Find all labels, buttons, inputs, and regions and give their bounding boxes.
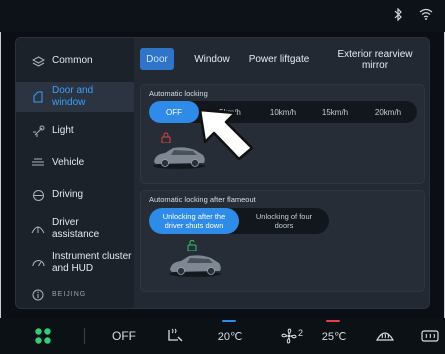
- vehicle-icon: [30, 155, 46, 171]
- flameout-lock-selector[interactable]: Unlocking after the driver shuts down Un…: [149, 208, 329, 234]
- rear-defrost-icon[interactable]: [418, 318, 442, 354]
- right-temp[interactable]: 25℃: [314, 318, 354, 354]
- auto-lock-option-off[interactable]: OFF: [149, 101, 199, 123]
- sidebar-item-label: Instrument cluster and HUD: [52, 251, 132, 274]
- sidebar-item-driving[interactable]: Driving: [16, 182, 134, 208]
- fan-icon: [281, 328, 297, 344]
- sidebar: Common Door and window Light Vehicle Dri…: [16, 38, 134, 308]
- unlock-icon: [187, 240, 197, 254]
- content-area: Door Window Power liftgate Exterior rear…: [134, 38, 429, 308]
- divider: [84, 328, 85, 344]
- layers-icon: [30, 53, 46, 69]
- auto-lock-flameout-title: Automatic locking after flameout: [149, 195, 256, 204]
- sidebar-item-door-and-window[interactable]: Door and window: [16, 82, 134, 112]
- seat-heat-icon[interactable]: [160, 318, 190, 354]
- sidebar-item-label: Vehicle: [52, 157, 85, 168]
- pointer-arrow-icon: [197, 107, 257, 166]
- door-icon: [30, 89, 46, 105]
- auto-lock-option-20kmh[interactable]: 20km/h: [361, 101, 415, 123]
- flameout-option-driver-shuts-down[interactable]: Unlocking after the driver shuts down: [149, 208, 239, 234]
- auto-lock-option-15kmh[interactable]: 15km/h: [309, 101, 361, 123]
- wifi-icon: [419, 8, 433, 24]
- assist-icon: [30, 221, 46, 237]
- auto-lock-speed-selector[interactable]: OFF 5km/h 10km/h 15km/h 20km/h: [149, 101, 417, 123]
- tab-door[interactable]: Door: [140, 48, 174, 70]
- app-grid-icon[interactable]: [28, 318, 58, 354]
- auto-lock-title: Automatic locking: [149, 89, 208, 98]
- tab-bar: Door Window Power liftgate Exterior rear…: [134, 38, 429, 78]
- auto-lock-card: Automatic locking OFF 5km/h 10km/h 15km/…: [140, 84, 425, 184]
- auto-lock-option-10kmh[interactable]: 10km/h: [257, 101, 309, 123]
- car-icon: [167, 253, 223, 282]
- bluetooth-icon: [391, 7, 405, 24]
- flameout-option-four-doors[interactable]: Unlocking of four doors: [241, 208, 327, 234]
- sidebar-item-label: Driving: [52, 189, 84, 200]
- steering-icon: [30, 187, 46, 203]
- settings-panel: Common Door and window Light Vehicle Dri…: [15, 37, 430, 309]
- sidebar-item-driver-assistance[interactable]: Driver assistance: [16, 214, 134, 244]
- sidebar-item-light[interactable]: Light: [16, 118, 134, 144]
- brand-logo-text: BEIJING: [52, 291, 87, 298]
- fan-off-button[interactable]: OFF: [104, 318, 144, 354]
- light-icon: [30, 123, 46, 139]
- climate-bar: OFF 20℃ 2 25℃: [0, 318, 445, 354]
- tab-window[interactable]: Window: [190, 48, 234, 70]
- fan-level: 2: [297, 328, 303, 338]
- status-bar: [0, 0, 445, 32]
- sidebar-item-vehicle[interactable]: Vehicle: [16, 150, 134, 176]
- lock-icon: [161, 132, 171, 146]
- sidebar-item-label: Light: [52, 125, 74, 136]
- sidebar-item-label: Door and window: [52, 85, 94, 108]
- sidebar-item-label: Common: [52, 55, 93, 66]
- tab-power-liftgate[interactable]: Power liftgate: [240, 48, 318, 70]
- gauge-icon: [30, 255, 46, 271]
- sidebar-item-label: Driver assistance: [52, 217, 100, 240]
- sidebar-item-common[interactable]: Common: [16, 48, 134, 74]
- sidebar-item-about[interactable]: BEIJING: [16, 284, 134, 306]
- auto-lock-flameout-card: Automatic locking after flameout Unlocki…: [140, 190, 425, 292]
- tab-exterior-rearview-mirror[interactable]: Exterior rearview mirror: [332, 47, 418, 73]
- info-icon: [30, 287, 46, 303]
- left-temp[interactable]: 20℃: [210, 318, 250, 354]
- fan-speed-control[interactable]: 2: [272, 318, 312, 354]
- front-defrost-icon[interactable]: [370, 318, 400, 354]
- sidebar-item-instrument-cluster[interactable]: Instrument cluster and HUD: [16, 248, 134, 278]
